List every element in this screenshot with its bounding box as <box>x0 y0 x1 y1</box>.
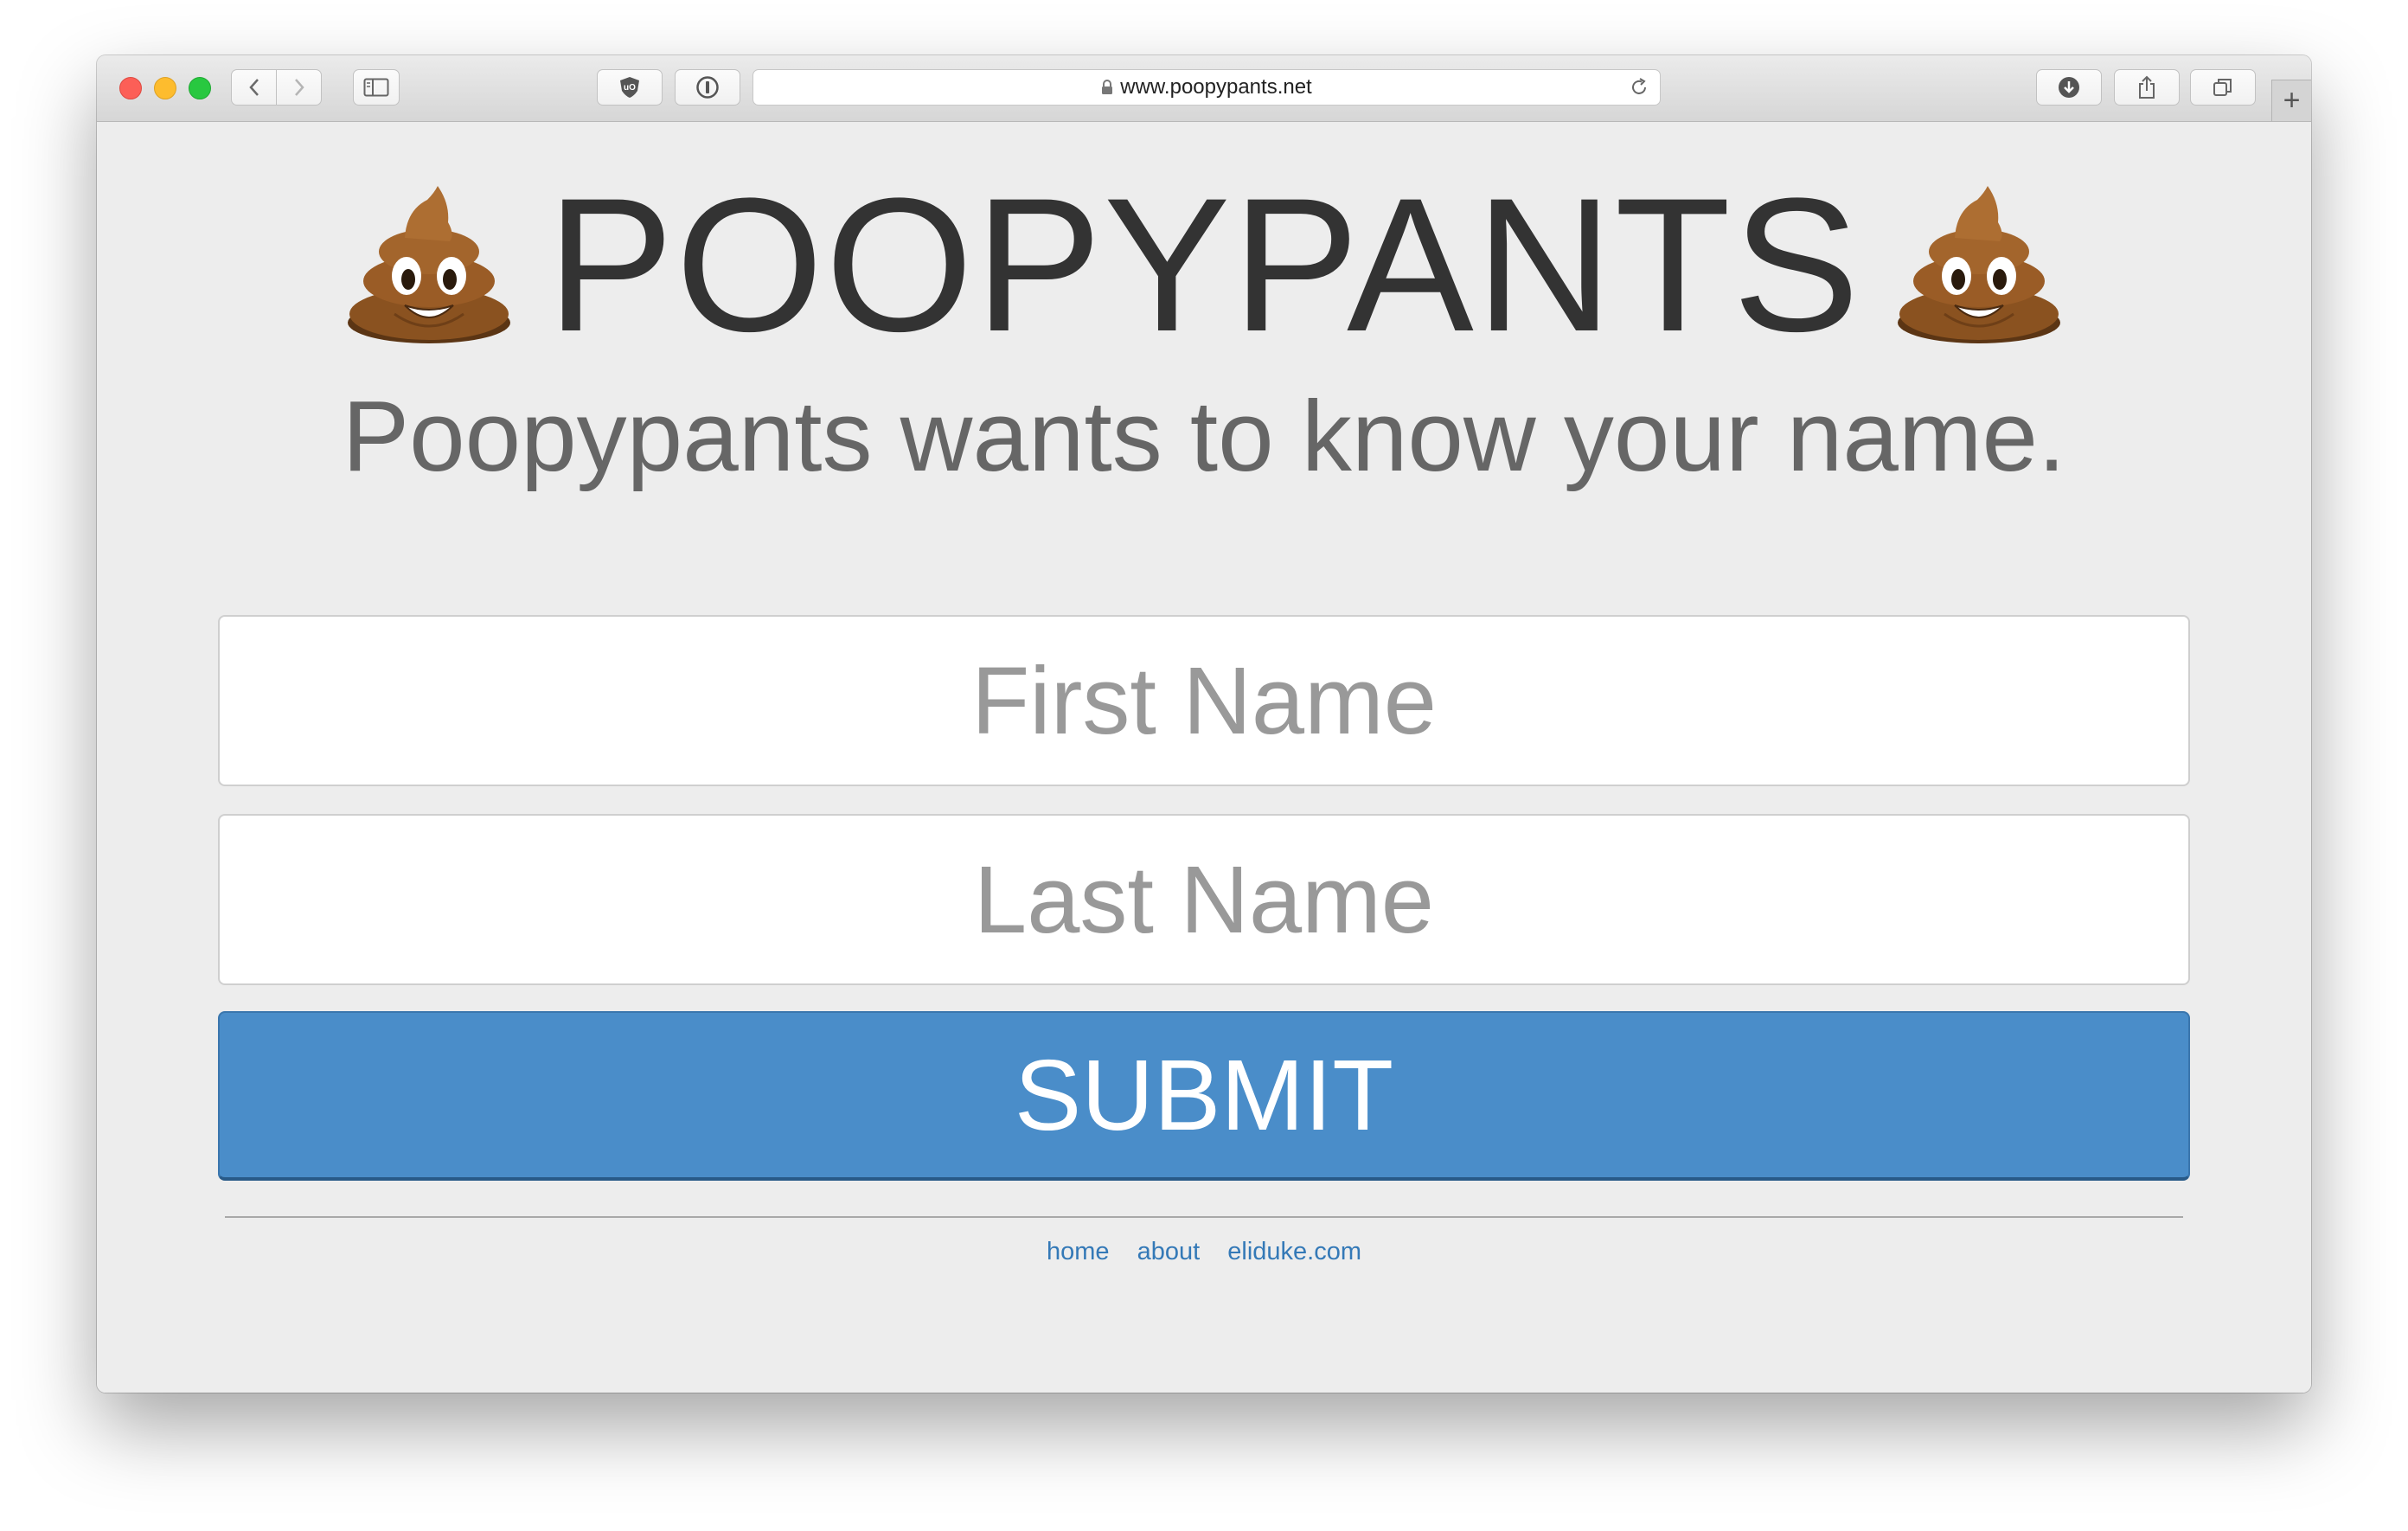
sidebar-icon <box>363 78 389 97</box>
password-manager-button[interactable] <box>675 69 740 106</box>
last-name-input[interactable] <box>218 814 2190 985</box>
close-window-button[interactable] <box>119 77 142 99</box>
footer-link-about[interactable]: about <box>1137 1238 1201 1265</box>
page-content: POOPYPANTS Poopypants wants to know your… <box>97 122 2311 1393</box>
back-button[interactable] <box>231 69 277 106</box>
ublock-icon: uO <box>620 77 639 98</box>
footer-links: home about eliduke.com <box>97 1238 2311 1266</box>
svg-text:uO: uO <box>624 83 636 93</box>
address-bar[interactable]: www.poopypants.net <box>752 69 1661 106</box>
page-title: POOPYPANTS <box>547 158 1861 371</box>
new-tab-button[interactable]: + <box>2271 80 2311 121</box>
share-button[interactable] <box>2114 69 2180 106</box>
poop-emoji-icon <box>348 186 511 343</box>
browser-window: uO www.poopypants.net + POOPYPANTS Poopy… <box>97 55 2311 1393</box>
first-name-input[interactable] <box>218 615 2190 786</box>
tabs-icon <box>2213 79 2232 96</box>
password-icon <box>696 76 719 99</box>
minimize-window-button[interactable] <box>154 77 176 99</box>
plus-icon: + <box>2283 84 2301 117</box>
footer-divider <box>225 1216 2183 1218</box>
download-icon <box>2059 77 2079 98</box>
forward-button[interactable] <box>276 69 322 106</box>
ublock-button[interactable]: uO <box>597 69 663 106</box>
navigation-buttons <box>231 69 323 106</box>
browser-toolbar: uO www.poopypants.net + <box>97 55 2311 122</box>
downloads-button[interactable] <box>2036 69 2102 106</box>
zoom-window-button[interactable] <box>189 77 211 99</box>
lock-icon <box>1102 80 1113 94</box>
share-icon <box>2139 75 2155 99</box>
footer-link-home[interactable]: home <box>1047 1238 1110 1265</box>
back-icon <box>248 79 259 96</box>
url-display[interactable]: www.poopypants.net <box>753 70 1660 105</box>
poop-emoji-icon <box>1897 186 2060 343</box>
sidebar-button[interactable] <box>353 69 400 106</box>
page-heading: POOPYPANTS <box>97 170 2311 360</box>
submit-button[interactable]: SUBMIT <box>218 1011 2190 1181</box>
forward-icon <box>294 79 304 96</box>
footer-link-eliduke[interactable]: eliduke.com <box>1227 1238 1361 1265</box>
show-tabs-button[interactable] <box>2190 69 2256 106</box>
reload-icon[interactable] <box>1629 77 1649 98</box>
url-text: www.poopypants.net <box>1120 75 1312 99</box>
page-subtitle: Poopypants wants to know your name. <box>342 380 2066 492</box>
